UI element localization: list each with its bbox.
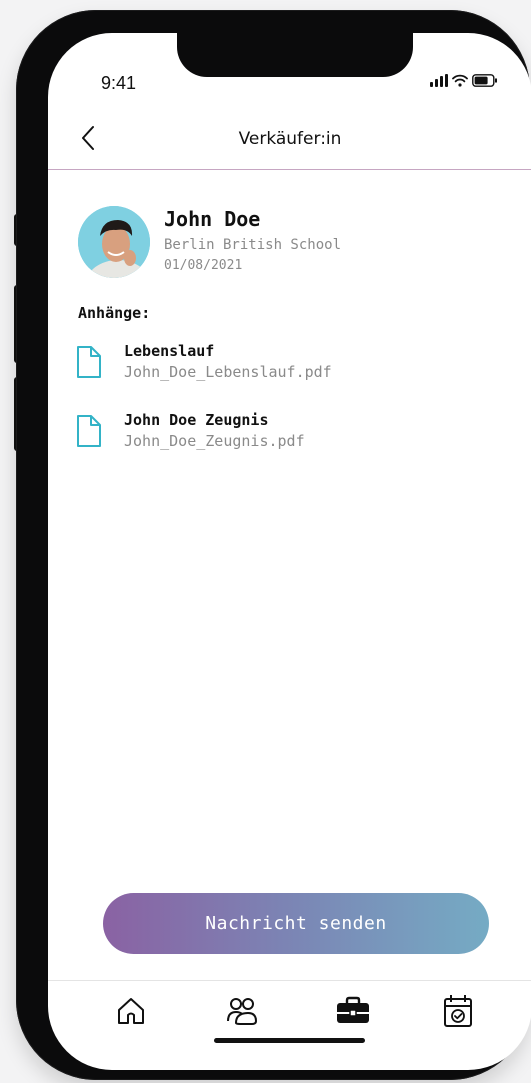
attachment-filename: John_Doe_Zeugnis.pdf <box>124 432 305 450</box>
attachment-item[interactable]: John Doe Zeugnis John_Doe_Zeugnis.pdf <box>76 411 496 459</box>
status-time: 9:41 <box>101 73 137 93</box>
tab-home[interactable] <box>109 989 153 1033</box>
notch <box>177 33 413 77</box>
status-icons <box>430 73 498 87</box>
profile-name: John Doe <box>164 207 261 231</box>
send-message-button[interactable]: Nachricht senden <box>103 893 489 954</box>
attachment-filename: John_Doe_Lebenslauf.pdf <box>124 363 332 381</box>
calendar-check-icon <box>444 995 472 1027</box>
screen: 9:41 Verkäufer:in John Doe Berlin Britis… <box>48 33 531 1070</box>
page-title: Verkäufer:in <box>238 129 342 149</box>
people-icon <box>227 998 258 1025</box>
tab-calendar[interactable] <box>436 989 480 1033</box>
tab-jobs[interactable] <box>331 989 375 1033</box>
home-icon <box>118 998 144 1024</box>
file-icon <box>77 346 101 378</box>
attachment-title: John Doe Zeugnis <box>124 411 269 429</box>
battery-icon <box>472 74 497 87</box>
profile-date: 01/08/2021 <box>164 258 243 273</box>
profile-school: Berlin British School <box>164 237 342 253</box>
briefcase-icon <box>337 996 369 1023</box>
phone-frame: 9:41 Verkäufer:in John Doe Berlin Britis… <box>16 10 531 1080</box>
attachment-title: Lebenslauf <box>124 342 215 360</box>
attachment-item[interactable]: Lebenslauf John_Doe_Lebenslauf.pdf <box>76 342 496 390</box>
avatar <box>78 206 150 278</box>
signal-icon <box>430 73 448 87</box>
avatar-image <box>78 206 150 278</box>
home-indicator <box>214 1038 365 1043</box>
page-header: Verkäufer:in <box>48 111 531 170</box>
tab-people[interactable] <box>220 989 264 1033</box>
attachments-heading: Anhänge: <box>78 304 151 322</box>
file-icon <box>77 415 101 447</box>
wifi-icon <box>452 74 468 87</box>
